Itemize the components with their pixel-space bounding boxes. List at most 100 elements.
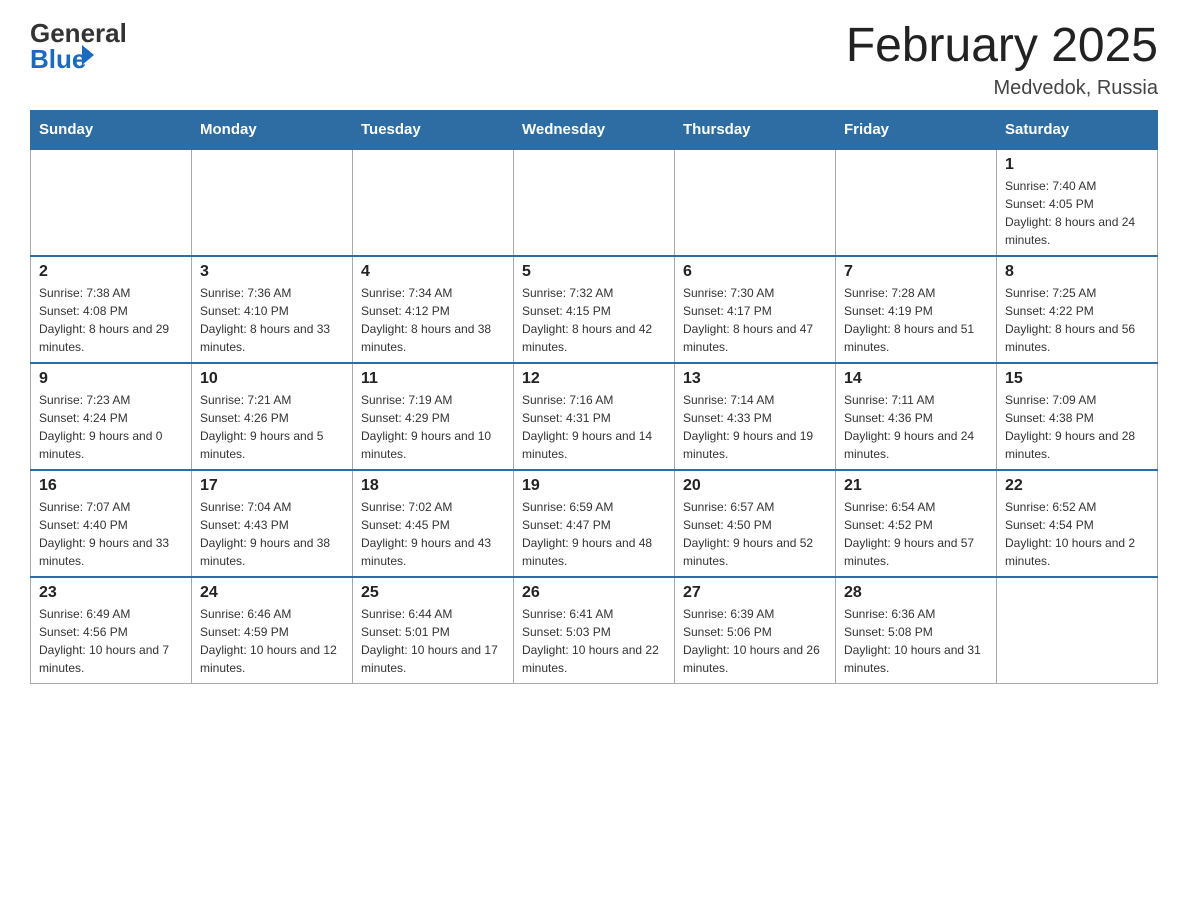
page-header: General Blue February 2025 Medvedok, Rus… [30,20,1158,100]
day-number: 7 [844,263,988,281]
day-number: 2 [39,263,183,281]
day-number: 5 [522,263,666,281]
month-title: February 2025 [846,20,1158,73]
calendar-header-wednesday: Wednesday [514,110,675,149]
calendar-cell: 22 Sunrise: 6:52 AM Sunset: 4:54 PM Dayli… [997,470,1158,577]
day-number: 6 [683,263,827,281]
logo-general: General [30,20,127,46]
day-info: Sunrise: 6:57 AM Sunset: 4:50 PM Dayligh… [683,498,827,570]
calendar-header-friday: Friday [836,110,997,149]
day-info: Sunrise: 7:02 AM Sunset: 4:45 PM Dayligh… [361,498,505,570]
calendar-week-1: 1 Sunrise: 7:40 AM Sunset: 4:05 PM Daylig… [31,149,1158,256]
calendar-cell: 5 Sunrise: 7:32 AM Sunset: 4:15 PM Daylig… [514,256,675,363]
day-info: Sunrise: 6:44 AM Sunset: 5:01 PM Dayligh… [361,605,505,677]
day-info: Sunrise: 6:54 AM Sunset: 4:52 PM Dayligh… [844,498,988,570]
day-number: 14 [844,370,988,388]
day-info: Sunrise: 7:19 AM Sunset: 4:29 PM Dayligh… [361,391,505,463]
day-number: 12 [522,370,666,388]
day-number: 20 [683,477,827,495]
day-info: Sunrise: 6:36 AM Sunset: 5:08 PM Dayligh… [844,605,988,677]
calendar-cell: 25Sunrise: 6:44 AM Sunset: 5:01 PM Dayli… [353,577,514,684]
day-number: 24 [200,584,344,602]
day-number: 26 [522,584,666,602]
calendar-week-3: 9 Sunrise: 7:23 AM Sunset: 4:24 PM Daylig… [31,363,1158,470]
calendar-cell: 27Sunrise: 6:39 AM Sunset: 5:06 PM Dayli… [675,577,836,684]
day-info: Sunrise: 7:04 AM Sunset: 4:43 PM Dayligh… [200,498,344,570]
day-info: Sunrise: 7:14 AM Sunset: 4:33 PM Dayligh… [683,391,827,463]
calendar-cell: 4 Sunrise: 7:34 AM Sunset: 4:12 PM Daylig… [353,256,514,363]
day-info: Sunrise: 7:34 AM Sunset: 4:12 PM Dayligh… [361,284,505,356]
day-info: Sunrise: 7:09 AM Sunset: 4:38 PM Dayligh… [1005,391,1149,463]
location: Medvedok, Russia [846,77,1158,100]
day-info: Sunrise: 6:46 AM Sunset: 4:59 PM Dayligh… [200,605,344,677]
day-info: Sunrise: 7:40 AM Sunset: 4:05 PM Dayligh… [1005,177,1149,249]
day-info: Sunrise: 7:28 AM Sunset: 4:19 PM Dayligh… [844,284,988,356]
title-area: February 2025 Medvedok, Russia [846,20,1158,100]
calendar-week-5: 23 Sunrise: 6:49 AM Sunset: 4:56 PM Dayli… [31,577,1158,684]
day-info: Sunrise: 7:23 AM Sunset: 4:24 PM Dayligh… [39,391,183,463]
calendar-cell: 17 Sunrise: 7:04 AM Sunset: 4:43 PM Dayli… [192,470,353,577]
calendar-cell [514,149,675,256]
calendar-header-tuesday: Tuesday [353,110,514,149]
day-number: 19 [522,477,666,495]
calendar-cell: 6 Sunrise: 7:30 AM Sunset: 4:17 PM Daylig… [675,256,836,363]
calendar-table: SundayMondayTuesdayWednesdayThursdayFrid… [30,110,1158,684]
logo-blue: Blue [30,46,86,72]
day-number: 27 [683,584,827,602]
day-number: 11 [361,370,505,388]
calendar-cell [192,149,353,256]
day-number: 21 [844,477,988,495]
day-number: 15 [1005,370,1149,388]
calendar-cell: 19 Sunrise: 6:59 AM Sunset: 4:47 PM Dayli… [514,470,675,577]
calendar-cell [836,149,997,256]
calendar-cell: 16 Sunrise: 7:07 AM Sunset: 4:40 PM Dayli… [31,470,192,577]
day-info: Sunrise: 7:30 AM Sunset: 4:17 PM Dayligh… [683,284,827,356]
calendar-cell: 3 Sunrise: 7:36 AM Sunset: 4:10 PM Daylig… [192,256,353,363]
logo: General Blue [30,20,127,72]
day-number: 22 [1005,477,1149,495]
day-number: 13 [683,370,827,388]
calendar-cell: 15 Sunrise: 7:09 AM Sunset: 4:38 PM Dayli… [997,363,1158,470]
calendar-week-2: 2 Sunrise: 7:38 AM Sunset: 4:08 PM Daylig… [31,256,1158,363]
calendar-header-monday: Monday [192,110,353,149]
day-number: 9 [39,370,183,388]
calendar-cell: 18Sunrise: 7:02 AM Sunset: 4:45 PM Dayli… [353,470,514,577]
day-number: 10 [200,370,344,388]
calendar-cell [675,149,836,256]
calendar-cell: 21 Sunrise: 6:54 AM Sunset: 4:52 PM Dayli… [836,470,997,577]
calendar-cell [997,577,1158,684]
calendar-cell [353,149,514,256]
calendar-header-saturday: Saturday [997,110,1158,149]
day-number: 1 [1005,156,1149,174]
day-info: Sunrise: 7:32 AM Sunset: 4:15 PM Dayligh… [522,284,666,356]
calendar-header-thursday: Thursday [675,110,836,149]
day-info: Sunrise: 7:11 AM Sunset: 4:36 PM Dayligh… [844,391,988,463]
logo-arrow-icon [82,45,94,65]
calendar-header-sunday: Sunday [31,110,192,149]
calendar-cell: 10 Sunrise: 7:21 AM Sunset: 4:26 PM Dayli… [192,363,353,470]
day-info: Sunrise: 7:38 AM Sunset: 4:08 PM Dayligh… [39,284,183,356]
day-info: Sunrise: 6:59 AM Sunset: 4:47 PM Dayligh… [522,498,666,570]
day-number: 28 [844,584,988,602]
calendar-cell: 26Sunrise: 6:41 AM Sunset: 5:03 PM Dayli… [514,577,675,684]
calendar-cell: 23 Sunrise: 6:49 AM Sunset: 4:56 PM Dayli… [31,577,192,684]
day-number: 4 [361,263,505,281]
day-info: Sunrise: 6:49 AM Sunset: 4:56 PM Dayligh… [39,605,183,677]
day-number: 17 [200,477,344,495]
day-number: 3 [200,263,344,281]
day-number: 23 [39,584,183,602]
day-info: Sunrise: 7:07 AM Sunset: 4:40 PM Dayligh… [39,498,183,570]
day-info: Sunrise: 6:52 AM Sunset: 4:54 PM Dayligh… [1005,498,1149,570]
calendar-cell [31,149,192,256]
day-info: Sunrise: 7:25 AM Sunset: 4:22 PM Dayligh… [1005,284,1149,356]
calendar-cell: 12 Sunrise: 7:16 AM Sunset: 4:31 PM Dayli… [514,363,675,470]
day-number: 8 [1005,263,1149,281]
calendar-cell: 2 Sunrise: 7:38 AM Sunset: 4:08 PM Daylig… [31,256,192,363]
day-info: Sunrise: 7:16 AM Sunset: 4:31 PM Dayligh… [522,391,666,463]
day-info: Sunrise: 7:36 AM Sunset: 4:10 PM Dayligh… [200,284,344,356]
day-info: Sunrise: 7:21 AM Sunset: 4:26 PM Dayligh… [200,391,344,463]
calendar-cell: 24 Sunrise: 6:46 AM Sunset: 4:59 PM Dayli… [192,577,353,684]
calendar-cell: 9 Sunrise: 7:23 AM Sunset: 4:24 PM Daylig… [31,363,192,470]
calendar-cell: 11 Sunrise: 7:19 AM Sunset: 4:29 PM Dayli… [353,363,514,470]
day-number: 16 [39,477,183,495]
